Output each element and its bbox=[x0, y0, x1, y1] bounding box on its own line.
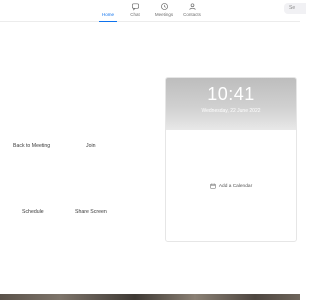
chat-bubble-icon bbox=[131, 3, 139, 11]
tab-home[interactable]: Home bbox=[96, 2, 120, 22]
person-icon bbox=[188, 3, 196, 10]
home-icon bbox=[104, 2, 113, 11]
clock-icon bbox=[160, 3, 168, 10]
calendar-card-header: 10:41 Wednesday, 22 June 2022 bbox=[166, 78, 296, 130]
top-nav-bar: Home Chat Meetings Contacts Se bbox=[0, 0, 306, 22]
calendar-card: 10:41 Wednesday, 22 June 2022 Add a Cale… bbox=[165, 77, 297, 242]
join-button[interactable]: Join bbox=[86, 143, 96, 149]
tab-meetings[interactable]: Meetings bbox=[149, 2, 179, 20]
share-screen-button[interactable]: Share Screen bbox=[75, 209, 107, 215]
clock-date: Wednesday, 22 June 2022 bbox=[201, 108, 261, 114]
back-to-meeting-button[interactable]: Back to Meeting bbox=[13, 143, 50, 149]
add-calendar-button[interactable]: Add a Calendar bbox=[166, 183, 296, 189]
schedule-button[interactable]: Schedule bbox=[22, 209, 44, 215]
tab-contacts[interactable]: Contacts bbox=[178, 2, 206, 20]
desktop-dock-strip bbox=[0, 294, 300, 300]
add-calendar-label: Add a Calendar bbox=[218, 183, 253, 189]
tab-chat-label: Chat bbox=[130, 12, 140, 17]
tab-chat[interactable]: Chat bbox=[123, 2, 147, 20]
tab-contacts-label: Contacts bbox=[183, 12, 201, 17]
tab-home-label: Home bbox=[101, 12, 114, 17]
tab-meetings-label: Meetings bbox=[154, 12, 174, 17]
calendar-icon bbox=[210, 183, 216, 189]
clock-time: 10:41 bbox=[207, 84, 255, 104]
search-input[interactable]: Se bbox=[284, 3, 306, 14]
